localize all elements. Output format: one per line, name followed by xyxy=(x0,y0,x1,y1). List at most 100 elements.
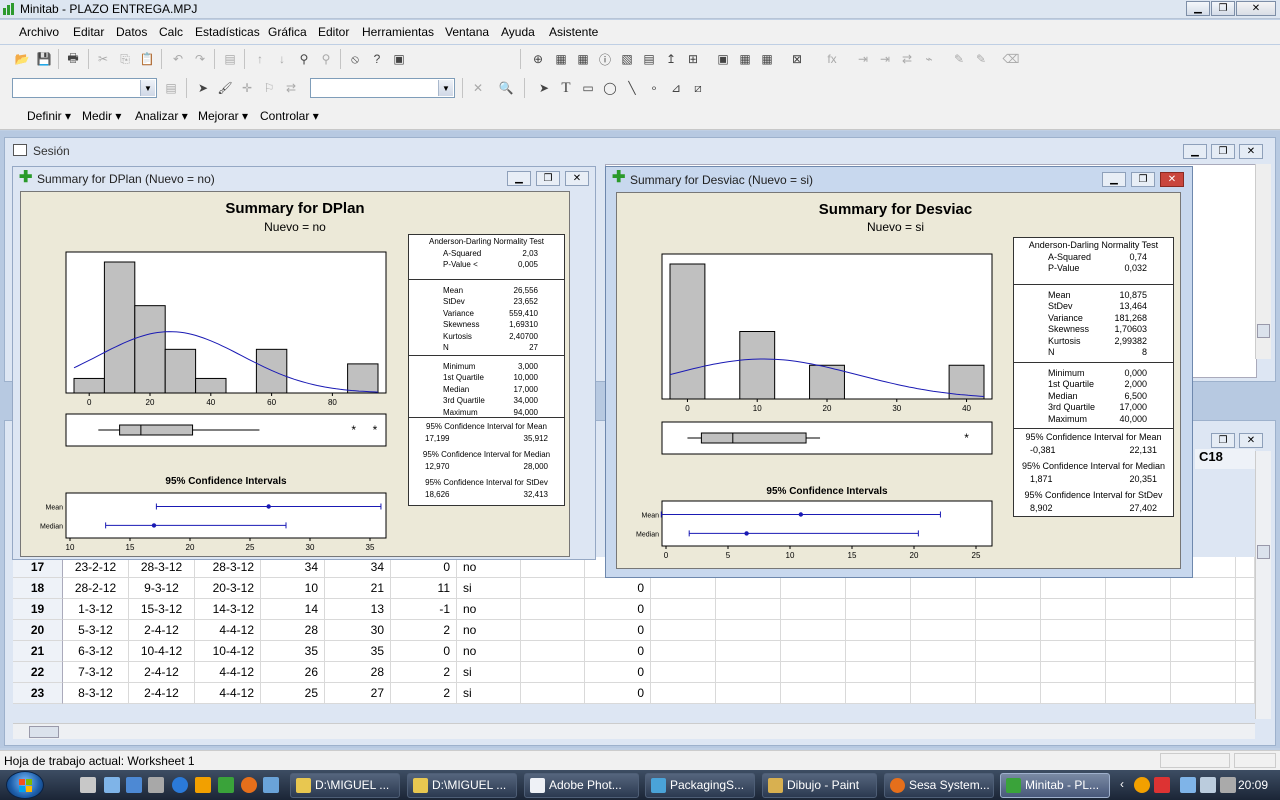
table-cell[interactable]: no xyxy=(457,641,521,662)
table-cell[interactable] xyxy=(651,599,716,620)
table-cell[interactable]: 28 xyxy=(261,620,325,641)
menu-ventana[interactable]: Ventana xyxy=(445,25,489,39)
table-cell[interactable] xyxy=(521,620,585,641)
row-header[interactable]: 20 xyxy=(13,620,63,641)
table-cell[interactable] xyxy=(716,599,781,620)
table-cell[interactable] xyxy=(911,578,976,599)
tray-icon[interactable] xyxy=(1134,777,1150,793)
grid-icon[interactable]: ▦ xyxy=(759,51,775,67)
task-button[interactable]: PackagingS... xyxy=(645,773,755,798)
table-cell[interactable]: 34 xyxy=(261,557,325,578)
table-row[interactable]: 23 8-3-12 2-4-12 4-4-12 25 27 2 si 0 xyxy=(13,683,1255,704)
table-cell[interactable] xyxy=(1106,620,1171,641)
quicklaunch-icon[interactable] xyxy=(104,777,120,793)
table-cell[interactable]: 0 xyxy=(585,578,651,599)
menu-calc[interactable]: Calc xyxy=(159,25,183,39)
volume-icon[interactable] xyxy=(1220,777,1236,793)
task-button[interactable]: Sesa System... xyxy=(884,773,994,798)
table-cell[interactable] xyxy=(1236,641,1255,662)
table-cell[interactable] xyxy=(781,683,846,704)
table-cell[interactable] xyxy=(911,620,976,641)
table-cell[interactable] xyxy=(1236,662,1255,683)
table-cell[interactable] xyxy=(1171,662,1236,683)
table-cell[interactable]: 20-3-12 xyxy=(195,578,261,599)
table-cell[interactable]: no xyxy=(457,620,521,641)
table-cell[interactable]: 2 xyxy=(391,620,457,641)
row-header[interactable]: 23 xyxy=(13,683,63,704)
tray-icon[interactable] xyxy=(1180,777,1196,793)
row-header[interactable]: 19 xyxy=(13,599,63,620)
table-cell[interactable] xyxy=(846,683,911,704)
table-cell[interactable]: 28-2-12 xyxy=(63,578,129,599)
table-cell[interactable] xyxy=(1106,662,1171,683)
graph-close-button[interactable]: ✕ xyxy=(1160,172,1184,187)
replace-icon[interactable]: ⚲ xyxy=(318,51,334,67)
move-columns-icon[interactable]: ⇄ xyxy=(899,51,915,67)
menu-editar[interactable]: Editar xyxy=(73,25,104,39)
brush-tool-icon[interactable]: 🖌 xyxy=(217,80,233,96)
table-cell[interactable]: 14-3-12 xyxy=(195,599,261,620)
table-cell[interactable] xyxy=(911,662,976,683)
menu-controlar[interactable]: Controlar ▾ xyxy=(260,109,319,123)
worksheet-vscroll[interactable] xyxy=(1255,451,1271,719)
table-row[interactable]: 21 6-3-12 10-4-12 10-4-12 35 35 0 no 0 xyxy=(13,641,1255,662)
table-icon[interactable]: ▦ xyxy=(737,51,753,67)
table-cell[interactable] xyxy=(716,620,781,641)
table-cell[interactable] xyxy=(781,578,846,599)
table-row[interactable]: 20 5-3-12 2-4-12 4-4-12 28 30 2 no 0 xyxy=(13,620,1255,641)
table-cell[interactable] xyxy=(911,599,976,620)
menu-asistente[interactable]: Asistente xyxy=(549,25,598,39)
table-cell[interactable] xyxy=(1236,620,1255,641)
crosshair-icon[interactable]: ✛ xyxy=(239,80,255,96)
graph-canvas[interactable]: Summary for DPlan Nuevo = no 0 20 40 60 80 * *… xyxy=(20,191,570,557)
table-cell[interactable] xyxy=(846,641,911,662)
table-cell[interactable]: 6-3-12 xyxy=(63,641,129,662)
table-cell[interactable]: 10-4-12 xyxy=(129,641,195,662)
undo-icon[interactable]: ↶ xyxy=(170,51,186,67)
table-cell[interactable]: -1 xyxy=(391,599,457,620)
graph-minimize-button[interactable]: ▁ xyxy=(1102,172,1126,187)
column-header-c18[interactable]: C18 xyxy=(1195,449,1255,469)
graph-maximize-button[interactable]: ❐ xyxy=(536,171,560,186)
table-cell[interactable] xyxy=(1171,599,1236,620)
table-cell[interactable] xyxy=(651,641,716,662)
redo-icon[interactable]: ↷ xyxy=(192,51,208,67)
quicklaunch-icon[interactable] xyxy=(126,777,142,793)
table-cell[interactable] xyxy=(976,662,1041,683)
table-cell[interactable]: 4-4-12 xyxy=(195,620,261,641)
table-cell[interactable]: 2-4-12 xyxy=(129,620,195,641)
close-graphs-icon[interactable]: ⊠ xyxy=(789,51,805,67)
graph-item-select[interactable]: ▼ xyxy=(310,78,455,98)
restore-button[interactable]: ❐ xyxy=(1211,1,1235,16)
task-button[interactable]: D:\MIGUEL ... xyxy=(407,773,517,798)
table-cell[interactable] xyxy=(781,620,846,641)
graph-maximize-button[interactable]: ❐ xyxy=(1131,172,1155,187)
minimize-button[interactable]: ▁ xyxy=(1186,1,1210,16)
table-cell[interactable] xyxy=(846,578,911,599)
table-cell[interactable] xyxy=(651,578,716,599)
find-icon[interactable]: ⚲ xyxy=(296,51,312,67)
task-button[interactable]: Adobe Phot... xyxy=(524,773,639,798)
table-cell[interactable] xyxy=(1171,641,1236,662)
print-icon[interactable]: 🖶 xyxy=(65,51,81,67)
project-manager-icon[interactable]: ⊞ xyxy=(685,51,701,67)
stat-guide-icon[interactable]: ▣ xyxy=(391,51,407,67)
network-icon[interactable] xyxy=(1200,777,1216,793)
table-row[interactable]: 22 7-3-12 2-4-12 4-4-12 26 28 2 si 0 xyxy=(13,662,1255,683)
table-cell[interactable]: 0 xyxy=(585,620,651,641)
save-icon[interactable]: 💾 xyxy=(36,51,52,67)
table-cell[interactable] xyxy=(1106,599,1171,620)
tool-a-icon[interactable]: ✎ xyxy=(951,51,967,67)
worksheet-close-button[interactable]: ✕ xyxy=(1239,433,1263,448)
help-icon[interactable]: ? xyxy=(369,51,385,67)
table-cell[interactable] xyxy=(781,599,846,620)
session-maximize-button[interactable]: ❐ xyxy=(1211,144,1235,159)
info-icon[interactable]: ⓘ xyxy=(597,51,613,67)
edit-last-dialog-icon[interactable]: ▤ xyxy=(222,51,238,67)
menu-editor[interactable]: Editor xyxy=(318,25,349,39)
table-cell[interactable]: 0 xyxy=(391,557,457,578)
report-pad-icon[interactable]: ▤ xyxy=(641,51,657,67)
table-cell[interactable] xyxy=(976,578,1041,599)
graph-window-desviac[interactable]: ✚ Summary for Desviac (Nuevo = si) ▁ ❐ ✕… xyxy=(605,166,1193,578)
table-cell[interactable]: 28 xyxy=(325,662,391,683)
